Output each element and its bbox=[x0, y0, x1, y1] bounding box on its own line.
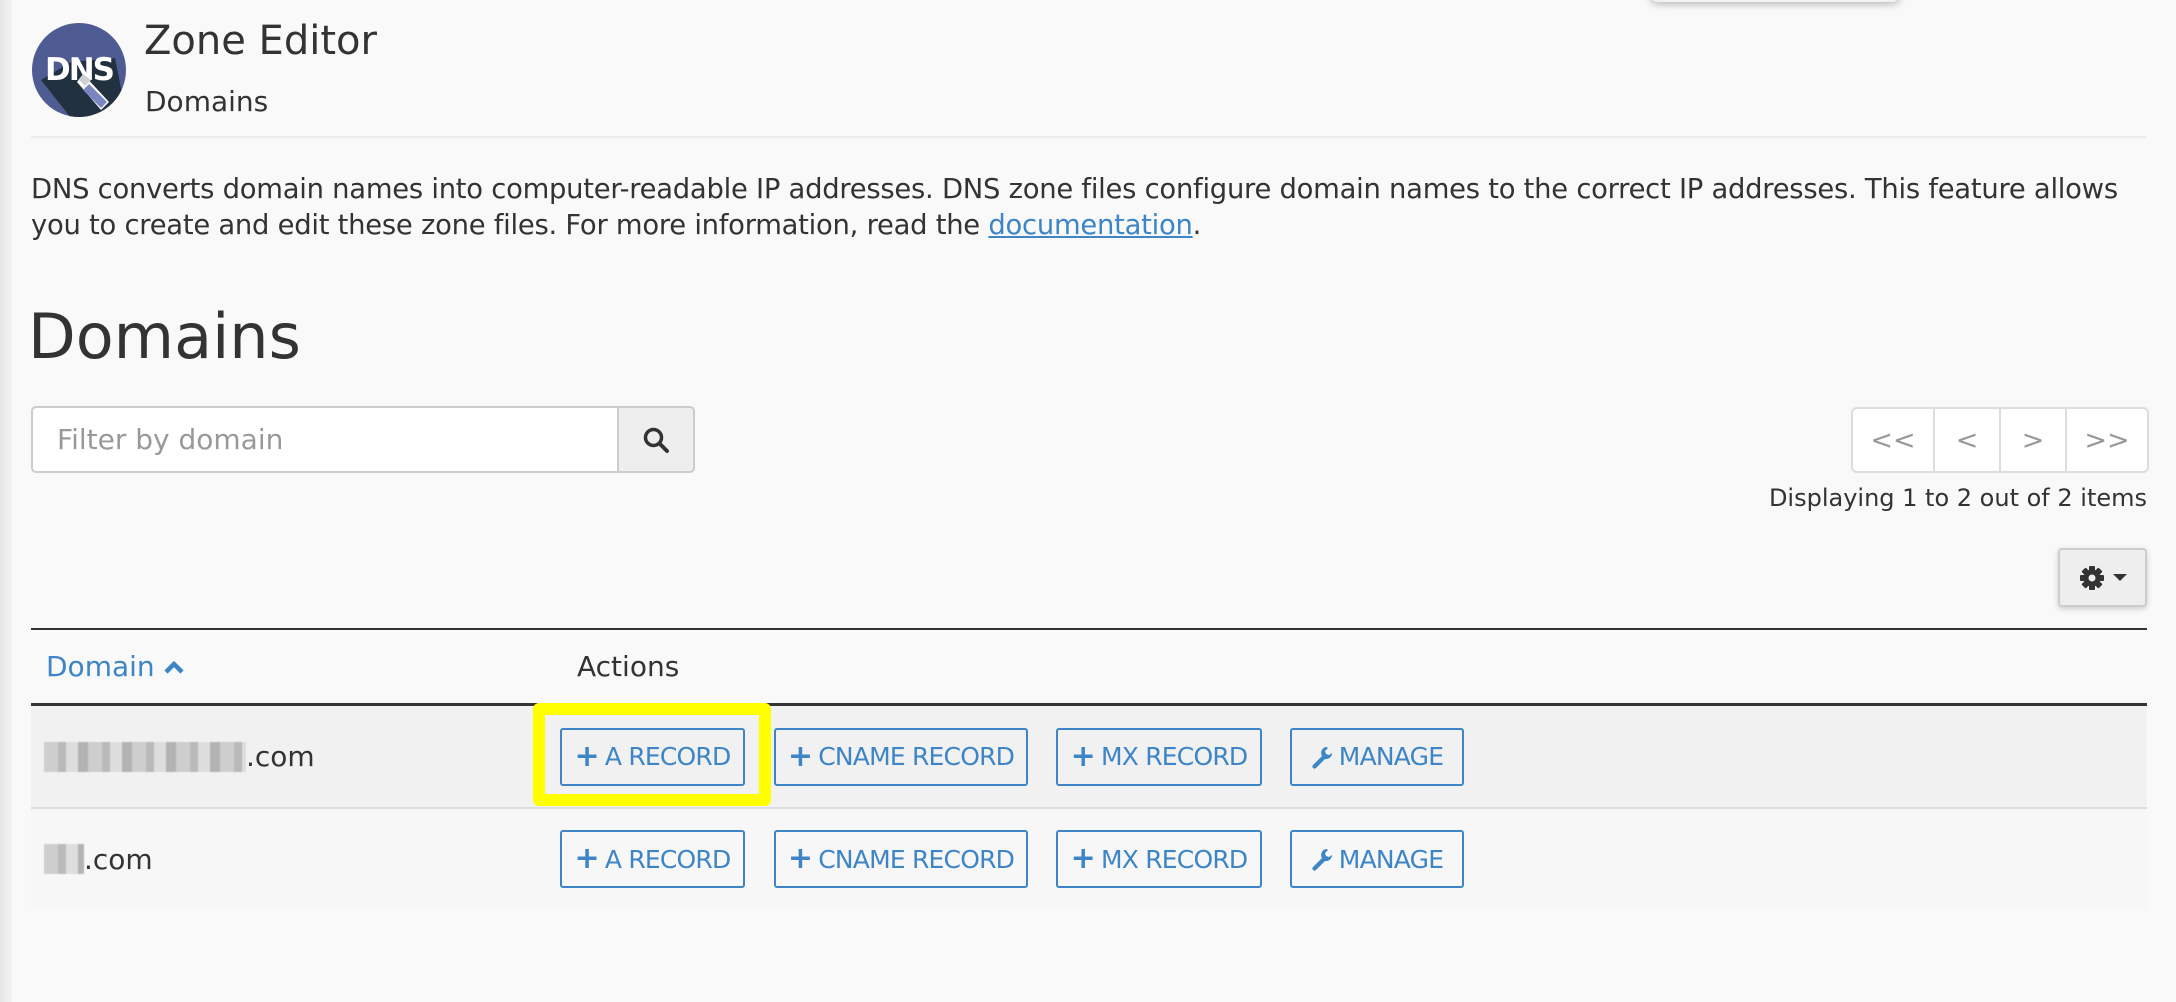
sort-ascending-icon bbox=[164, 660, 184, 674]
plus-icon: + bbox=[574, 738, 600, 774]
documentation-link[interactable]: documentation bbox=[988, 210, 1192, 241]
add-mx-record-button[interactable]: + MX RECORD bbox=[1056, 830, 1262, 888]
feature-description: DNS converts domain names into computer-… bbox=[31, 172, 2151, 244]
plus-icon: + bbox=[1070, 841, 1096, 876]
plus-icon: + bbox=[574, 841, 600, 876]
add-cname-record-button[interactable]: + CNAME RECORD bbox=[774, 727, 1028, 786]
domain-cell: .com bbox=[44, 809, 153, 909]
table-row: .com + A RECORD + CNAME RECORD + MX RECORD … bbox=[31, 706, 2147, 809]
plus-icon: + bbox=[787, 738, 813, 774]
app-title: Zone Editor bbox=[144, 18, 377, 64]
button-label: CNAME RECORD bbox=[818, 742, 1015, 771]
app-subtitle: Domains bbox=[145, 85, 269, 118]
column-header-actions: Actions bbox=[577, 650, 680, 683]
caret-down-icon bbox=[2112, 574, 2127, 581]
previous-page-button[interactable]: < bbox=[1933, 409, 1999, 471]
table-settings-button[interactable] bbox=[2058, 548, 2147, 607]
table-row: .com + A RECORD + CNAME RECORD + MX RECORD … bbox=[31, 809, 2147, 909]
domain-suffix: .com bbox=[246, 740, 315, 773]
button-label: MX RECORD bbox=[1100, 742, 1248, 771]
next-page-button[interactable]: > bbox=[1999, 409, 2065, 471]
redacted-domain-name bbox=[44, 844, 84, 874]
pagination-info: Displaying 1 to 2 out of 2 items bbox=[1768, 484, 2147, 512]
pagination: << < > >> bbox=[1851, 407, 2149, 473]
wrench-icon bbox=[1312, 849, 1332, 871]
left-edge-shadow bbox=[0, 0, 12, 1002]
manage-button[interactable]: MANAGE bbox=[1290, 830, 1464, 888]
plus-icon: + bbox=[787, 841, 813, 876]
button-label: MX RECORD bbox=[1100, 844, 1248, 874]
button-label: MANAGE bbox=[1338, 742, 1444, 771]
domain-suffix: .com bbox=[84, 842, 153, 876]
wrench-icon bbox=[1312, 746, 1332, 769]
button-label: CNAME RECORD bbox=[818, 844, 1015, 874]
filter-group bbox=[31, 406, 695, 473]
table-header: Domain Actions bbox=[31, 630, 2147, 706]
column-header-domain-label: Domain bbox=[46, 650, 155, 683]
manage-button[interactable]: MANAGE bbox=[1290, 727, 1464, 786]
button-label: A RECORD bbox=[604, 742, 731, 771]
last-page-button[interactable]: >> bbox=[2065, 409, 2147, 471]
search-icon bbox=[643, 427, 669, 453]
domains-table: Domain Actions .com + A RECORD + CNAME REC… bbox=[31, 628, 2147, 909]
dns-logo-icon: DNS bbox=[32, 23, 126, 117]
add-mx-record-button[interactable]: + MX RECORD bbox=[1056, 727, 1262, 786]
plus-icon: + bbox=[1070, 738, 1096, 774]
domain-cell: .com bbox=[44, 706, 315, 807]
column-header-domain[interactable]: Domain bbox=[46, 650, 185, 683]
row-actions: + A RECORD + CNAME RECORD + MX RECORD MANAG… bbox=[560, 706, 1464, 807]
button-label: A RECORD bbox=[604, 844, 731, 874]
filter-by-domain-input[interactable] bbox=[31, 406, 617, 473]
button-label: MANAGE bbox=[1338, 844, 1444, 874]
description-suffix: . bbox=[1192, 210, 1202, 241]
gear-icon bbox=[2079, 565, 2104, 590]
search-button[interactable] bbox=[617, 406, 695, 473]
first-page-button[interactable]: << bbox=[1853, 409, 1933, 471]
add-a-record-button[interactable]: + A RECORD bbox=[560, 830, 745, 888]
row-actions: + A RECORD + CNAME RECORD + MX RECORD MANAG… bbox=[560, 809, 1464, 909]
redacted-domain-name bbox=[44, 741, 246, 772]
add-a-record-button[interactable]: + A RECORD bbox=[560, 727, 745, 786]
page-header: DNS Zone Editor Domains bbox=[31, 0, 2147, 138]
section-title: Domains bbox=[28, 300, 301, 373]
add-cname-record-button[interactable]: + CNAME RECORD bbox=[774, 830, 1028, 888]
